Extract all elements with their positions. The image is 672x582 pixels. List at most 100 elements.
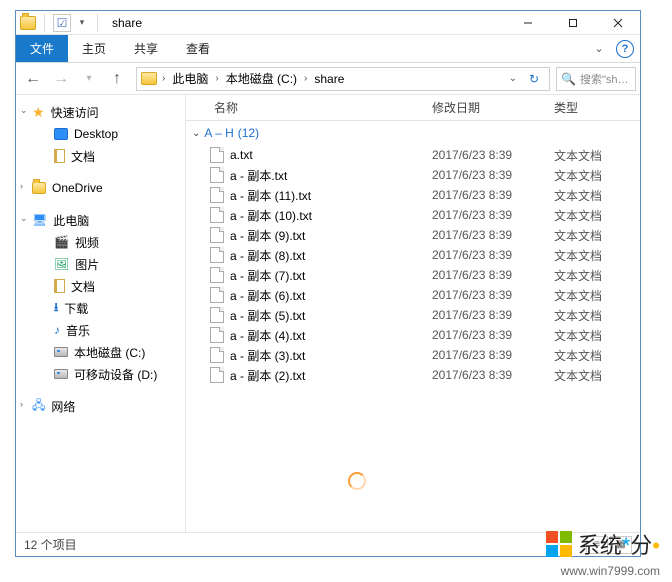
address-tools: ⌄ ↻ <box>507 68 545 90</box>
group-name: A – H <box>204 126 233 140</box>
tree-group-network: › 🖧 网络 <box>18 395 183 417</box>
file-row[interactable]: a - 副本.txt2017/6/23 8:39文本文档 <box>186 165 640 185</box>
breadcrumb-segment[interactable]: 此电脑 <box>168 70 212 87</box>
file-type: 文本文档 <box>554 367 624 384</box>
text-file-icon <box>210 327 224 343</box>
column-header-name[interactable]: 名称 <box>186 99 432 116</box>
chevron-right-icon[interactable]: › <box>20 399 23 409</box>
file-date: 2017/6/23 8:39 <box>432 288 554 302</box>
text-file-icon <box>210 167 224 183</box>
file-row[interactable]: a - 副本 (5).txt2017/6/23 8:39文本文档 <box>186 305 640 325</box>
file-date: 2017/6/23 8:39 <box>432 168 554 182</box>
chevron-down-icon[interactable]: ⌄ <box>192 128 200 139</box>
file-row[interactable]: a - 副本 (3).txt2017/6/23 8:39文本文档 <box>186 345 640 365</box>
separator <box>44 14 45 32</box>
chevron-right-icon[interactable]: › <box>213 73 220 84</box>
tree-label: OneDrive <box>52 181 103 195</box>
refresh-button[interactable]: ↻ <box>523 68 545 90</box>
tree-label: 文档 <box>71 278 95 295</box>
chevron-right-icon[interactable]: › <box>160 73 167 84</box>
file-name: a - 副本 (9).txt <box>230 227 305 244</box>
column-headers: 名称 修改日期 类型 <box>186 95 640 121</box>
drive-icon <box>54 369 68 379</box>
forward-button[interactable]: → <box>48 67 74 91</box>
help-icon[interactable]: ? <box>616 40 634 58</box>
ribbon-expand-button[interactable]: ⌄ <box>588 38 610 60</box>
file-row[interactable]: a - 副本 (10).txt2017/6/23 8:39文本文档 <box>186 205 640 225</box>
drive-icon <box>54 347 68 357</box>
close-button[interactable] <box>595 12 640 34</box>
tree-group-onedrive: › OneDrive <box>18 177 183 199</box>
file-date: 2017/6/23 8:39 <box>432 268 554 282</box>
chevron-right-icon[interactable]: › <box>302 73 309 84</box>
recent-locations-button[interactable]: ▾ <box>76 67 102 91</box>
picture-icon: 🖼 <box>54 257 69 271</box>
file-row[interactable]: a - 副本 (9).txt2017/6/23 8:39文本文档 <box>186 225 640 245</box>
qat-properties-button[interactable]: ☑ <box>53 14 71 32</box>
tree-label: 快速访问 <box>51 104 99 121</box>
file-row[interactable]: a - 副本 (11).txt2017/6/23 8:39文本文档 <box>186 185 640 205</box>
file-name: a - 副本 (2).txt <box>230 367 305 384</box>
file-date: 2017/6/23 8:39 <box>432 188 554 202</box>
file-row[interactable]: a - 副本 (8).txt2017/6/23 8:39文本文档 <box>186 245 640 265</box>
folder-icon <box>141 72 157 85</box>
file-type: 文本文档 <box>554 207 624 224</box>
tree-label: 视频 <box>75 234 99 251</box>
loading-spinner-icon <box>348 472 366 490</box>
maximize-button[interactable] <box>550 12 595 34</box>
text-file-icon <box>210 307 224 323</box>
tree-item-desktop[interactable]: Desktop <box>18 123 183 145</box>
tree-item-onedrive[interactable]: › OneDrive <box>18 177 183 199</box>
status-text: 12 个项目 <box>24 536 77 553</box>
breadcrumb-segment[interactable]: share <box>310 72 348 86</box>
column-header-type[interactable]: 类型 <box>554 99 624 116</box>
chevron-right-icon[interactable]: › <box>20 181 23 191</box>
group-header[interactable]: ⌄ A – H (12) <box>186 121 640 145</box>
tree-label: 下载 <box>64 300 88 317</box>
minimize-button[interactable] <box>505 12 550 34</box>
column-header-date[interactable]: 修改日期 <box>432 99 554 116</box>
tree-item-quick-access[interactable]: ⌄ ★ 快速访问 <box>18 101 183 123</box>
tree-item-network[interactable]: › 🖧 网络 <box>18 395 183 417</box>
tree-item-this-pc[interactable]: ⌄ 🖥 此电脑 <box>18 209 183 231</box>
content-pane: 名称 修改日期 类型 ⌄ A – H (12) a.txt2017/6/23 8… <box>186 95 640 532</box>
tree-item-pictures[interactable]: 🖼图片 <box>18 253 183 275</box>
up-button[interactable]: ↑ <box>104 67 130 91</box>
tree-item-documents2[interactable]: 文档 <box>18 275 183 297</box>
navigation-pane[interactable]: ⌄ ★ 快速访问 Desktop 文档 › OneDrive <box>16 95 186 532</box>
qat-customize-button[interactable]: ▾ <box>75 14 89 32</box>
file-row[interactable]: a - 副本 (7).txt2017/6/23 8:39文本文档 <box>186 265 640 285</box>
tree-item-documents[interactable]: 文档 <box>18 145 183 167</box>
file-row[interactable]: a - 副本 (6).txt2017/6/23 8:39文本文档 <box>186 285 640 305</box>
file-list[interactable]: ⌄ A – H (12) a.txt2017/6/23 8:39文本文档a - … <box>186 121 640 532</box>
history-dropdown-button[interactable]: ⌄ <box>507 73 519 84</box>
file-date: 2017/6/23 8:39 <box>432 328 554 342</box>
quick-access-toolbar: ☑ ▾ <box>16 14 106 32</box>
text-file-icon <box>210 247 224 263</box>
file-date: 2017/6/23 8:39 <box>432 368 554 382</box>
file-tab[interactable]: 文件 <box>16 35 68 62</box>
tree-item-removable-d[interactable]: 可移动设备 (D:) <box>18 363 183 385</box>
navbar: ← → ▾ ↑ › 此电脑 › 本地磁盘 (C:) › share ⌄ ↻ 🔍 … <box>16 63 640 95</box>
search-box[interactable]: 🔍 搜索"sha... <box>556 67 636 91</box>
chevron-down-icon[interactable]: ⌄ <box>20 213 28 224</box>
back-button[interactable]: ← <box>20 67 46 91</box>
chevron-down-icon[interactable]: ⌄ <box>20 105 28 116</box>
text-file-icon <box>210 207 224 223</box>
address-bar[interactable]: › 此电脑 › 本地磁盘 (C:) › share ⌄ ↻ <box>136 67 550 91</box>
file-row[interactable]: a - 副本 (2).txt 2017/6/23 8:39文本文档 <box>186 365 640 385</box>
tree-item-downloads[interactable]: ⭳下载 <box>18 297 183 319</box>
tab-label: 共享 <box>134 40 158 57</box>
file-row[interactable]: a - 副本 (4).txt2017/6/23 8:39文本文档 <box>186 325 640 345</box>
file-name: a.txt <box>230 148 253 162</box>
tab-home[interactable]: 主页 <box>68 35 120 62</box>
tab-view[interactable]: 查看 <box>172 35 224 62</box>
tree-item-music[interactable]: ♪音乐 <box>18 319 183 341</box>
breadcrumb-segment[interactable]: 本地磁盘 (C:) <box>222 70 301 87</box>
watermark: 系统*分• <box>546 528 660 560</box>
tree-group-this-pc: ⌄ 🖥 此电脑 🎬视频 🖼图片 文档 ⭳下载 ♪音乐 本地磁盘 (C:) 可移动… <box>18 209 183 385</box>
tab-share[interactable]: 共享 <box>120 35 172 62</box>
file-row[interactable]: a.txt2017/6/23 8:39文本文档 <box>186 145 640 165</box>
tree-item-videos[interactable]: 🎬视频 <box>18 231 183 253</box>
tree-item-local-disk-c[interactable]: 本地磁盘 (C:) <box>18 341 183 363</box>
